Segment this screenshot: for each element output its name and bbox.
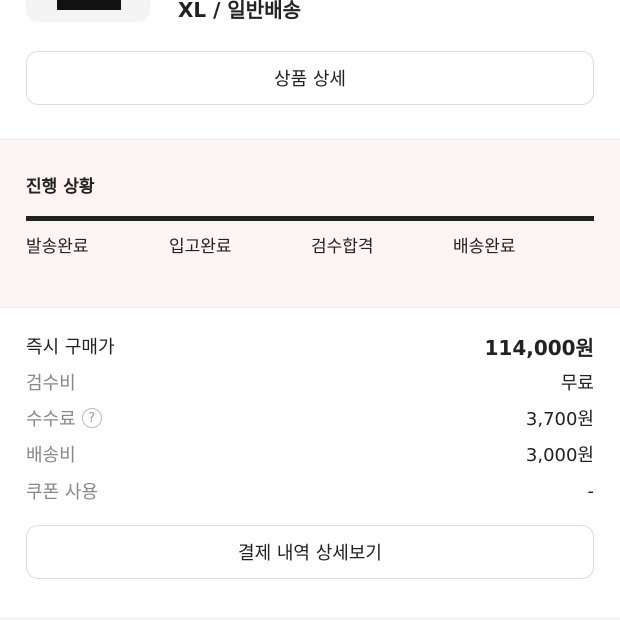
product-detail-button[interactable]: 상품 상세 <box>26 51 594 105</box>
price-value: - <box>587 480 595 502</box>
product-image <box>57 0 121 10</box>
price-label: 배송비 <box>26 445 76 466</box>
price-label: 수수료 <box>26 409 76 430</box>
price-row-coupon: 쿠폰 사용 - <box>26 477 594 505</box>
price-row-shipping-fee: 배송비 3,000원 <box>26 440 594 468</box>
question-circle-icon[interactable]: ? <box>81 408 102 428</box>
section-divider <box>0 307 620 308</box>
order-detail-page: XL / 일반배송 상품 상세 진행 상황 발송완료 입고완료 검수합격 배송완… <box>0 0 620 620</box>
progress-section: 진행 상황 발송완료 입고완료 검수합격 배송완료 <box>0 140 620 307</box>
price-row-commission: 수수료 ? 3,700원 <box>26 404 594 432</box>
price-value: 3,700원 <box>525 409 594 430</box>
price-label: 쿠폰 사용 <box>26 482 98 503</box>
price-value: 3,000원 <box>525 445 594 466</box>
product-summary: XL / 일반배송 <box>0 0 620 40</box>
progress-bar <box>26 216 594 221</box>
progress-step: 발송완료 <box>26 237 89 257</box>
progress-step: 배송완료 <box>453 237 516 257</box>
product-thumbnail[interactable] <box>26 0 150 22</box>
progress-title: 진행 상황 <box>26 177 95 197</box>
price-row-instant-buy: 즉시 구매가 114,000원 <box>26 332 594 360</box>
price-value: 무료 <box>560 373 594 394</box>
product-option-text: XL / 일반배송 <box>178 0 301 22</box>
price-value: 114,000원 <box>484 335 595 360</box>
price-label-with-help: 수수료 ? <box>26 405 102 431</box>
price-label: 즉시 구매가 <box>26 337 115 358</box>
progress-step: 검수합격 <box>311 237 374 257</box>
payment-detail-button[interactable]: 결제 내역 상세보기 <box>26 525 594 579</box>
progress-step: 입고완료 <box>169 237 232 257</box>
price-row-inspection-fee: 검수비 무료 <box>26 368 594 396</box>
price-label: 검수비 <box>26 373 76 394</box>
